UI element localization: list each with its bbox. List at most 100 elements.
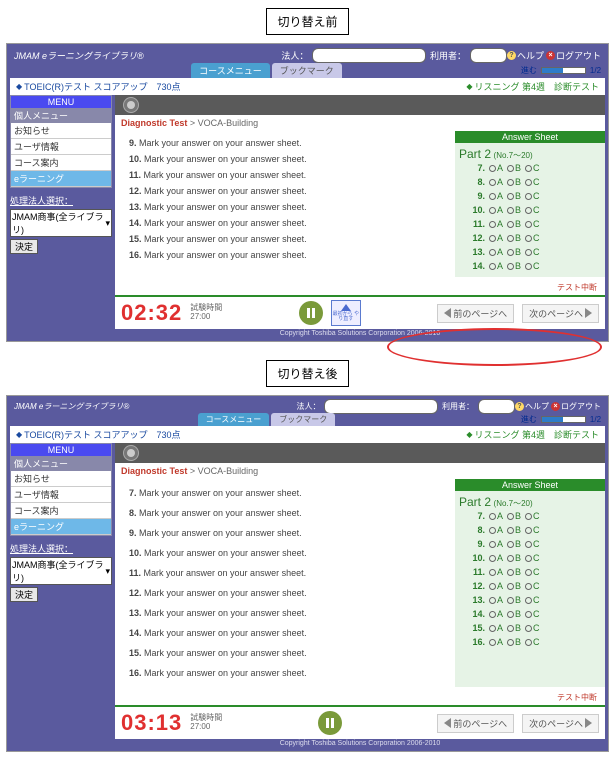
answer-option[interactable]: C xyxy=(525,609,540,619)
answer-option[interactable]: B xyxy=(507,511,521,521)
answer-option[interactable]: A xyxy=(489,567,503,577)
radio-icon xyxy=(507,165,514,172)
answer-option[interactable]: B xyxy=(507,623,521,633)
menu-item-course[interactable]: コース案内 xyxy=(11,155,111,171)
menu-item-elearning[interactable]: eラーニング xyxy=(11,171,111,187)
corp-select[interactable]: JMAM商事(全ライブラリ) xyxy=(324,399,438,414)
tab-bookmark[interactable]: ブックマーク xyxy=(272,63,342,78)
answer-option[interactable]: C xyxy=(525,233,540,243)
decide-button[interactable]: 決定 xyxy=(10,587,38,602)
answer-row: 12.ABC xyxy=(459,231,601,245)
help-button[interactable]: ?ヘルプ xyxy=(515,401,549,412)
menu-item-course[interactable]: コース案内 xyxy=(11,503,111,519)
answer-option[interactable]: C xyxy=(525,163,540,173)
answer-option[interactable]: B xyxy=(507,581,521,591)
timer: 02:32 xyxy=(121,300,182,326)
answer-option[interactable]: B xyxy=(507,219,521,229)
user-select[interactable]: 受講者 xyxy=(478,399,515,414)
user-select[interactable]: 受講者 xyxy=(470,48,507,63)
prev-button[interactable]: 前のページへ xyxy=(437,714,514,733)
next-button[interactable]: 次のページへ xyxy=(522,714,599,733)
answer-option[interactable]: C xyxy=(525,177,540,187)
answer-option[interactable]: A xyxy=(489,191,503,201)
answer-option[interactable]: A xyxy=(489,177,503,187)
answer-option[interactable]: B xyxy=(507,595,521,605)
answer-option[interactable]: B xyxy=(507,525,521,535)
answer-option[interactable]: B xyxy=(507,233,521,243)
answer-option[interactable]: C xyxy=(525,539,540,549)
radio-icon xyxy=(525,527,532,534)
menu-item-news[interactable]: お知らせ xyxy=(11,471,111,487)
pause-button[interactable] xyxy=(318,711,342,735)
answer-option[interactable]: C xyxy=(525,637,540,647)
answer-option[interactable]: B xyxy=(507,637,521,647)
radio-icon xyxy=(507,179,514,186)
tab-course-menu[interactable]: コースメニュー xyxy=(198,413,270,426)
answer-row: 8.ABC xyxy=(459,523,601,537)
pause-button[interactable] xyxy=(299,301,323,325)
answer-option[interactable]: B xyxy=(507,191,521,201)
crumb-test[interactable]: Diagnostic Test xyxy=(121,466,187,476)
decide-button[interactable]: 決定 xyxy=(10,239,38,254)
answer-option[interactable]: C xyxy=(525,581,540,591)
answer-option[interactable]: A xyxy=(489,637,503,647)
answer-option[interactable]: B xyxy=(507,553,521,563)
menu-item-elearning[interactable]: eラーニング xyxy=(11,519,111,535)
answer-option[interactable]: C xyxy=(525,525,540,535)
answer-option[interactable]: C xyxy=(525,623,540,633)
logout-button[interactable]: ×ログアウト xyxy=(546,49,601,62)
answer-option[interactable]: C xyxy=(525,567,540,577)
answer-option[interactable]: C xyxy=(525,205,540,215)
answer-option[interactable]: B xyxy=(507,567,521,577)
answer-option[interactable]: A xyxy=(489,595,503,605)
question-item: 10. Mark your answer on your answer shee… xyxy=(129,151,447,167)
logout-button[interactable]: ×ログアウト xyxy=(551,401,601,412)
answer-option[interactable]: C xyxy=(525,595,540,605)
tab-course-menu[interactable]: コースメニュー xyxy=(191,63,270,78)
answer-option[interactable]: C xyxy=(525,219,540,229)
radio-icon xyxy=(525,207,532,214)
answer-option[interactable]: B xyxy=(507,163,521,173)
answer-option[interactable]: C xyxy=(525,247,540,257)
answer-option[interactable]: A xyxy=(489,539,503,549)
menu-item-news[interactable]: お知らせ xyxy=(11,123,111,139)
answer-option[interactable]: A xyxy=(489,623,503,633)
answer-option[interactable]: C xyxy=(525,261,540,271)
crumb-section[interactable]: VOCA-Building xyxy=(198,118,259,128)
answer-option[interactable]: B xyxy=(507,247,521,257)
answer-option[interactable]: A xyxy=(489,581,503,591)
answer-option[interactable]: A xyxy=(489,511,503,521)
corp-dropdown[interactable]: JMAM商事(全ライブラリ)▾ xyxy=(10,557,112,585)
tab-bookmark[interactable]: ブックマーク xyxy=(271,413,335,426)
crumb-section[interactable]: VOCA-Building xyxy=(198,466,259,476)
answer-option[interactable]: A xyxy=(489,525,503,535)
help-button[interactable]: ?ヘルプ xyxy=(507,49,544,62)
answer-option[interactable]: B xyxy=(507,261,521,271)
corp-dropdown[interactable]: JMAM商事(全ライブラリ)▾ xyxy=(10,209,112,237)
crumb-test[interactable]: Diagnostic Test xyxy=(121,118,187,128)
corp-select[interactable]: JMAM商事(全ライブラリ) xyxy=(312,48,426,63)
next-button[interactable]: 次のページへ xyxy=(522,304,599,323)
menu-item-user[interactable]: ユーザ情報 xyxy=(11,139,111,155)
answer-option[interactable]: B xyxy=(507,205,521,215)
radio-icon xyxy=(489,625,496,632)
answer-row: 9.ABC xyxy=(459,189,601,203)
answer-option[interactable]: C xyxy=(525,553,540,563)
answer-option[interactable]: B xyxy=(507,539,521,549)
prev-button[interactable]: 前のページへ xyxy=(437,304,514,323)
answer-option[interactable]: A xyxy=(489,163,503,173)
restart-button[interactable]: 最初から やり直す xyxy=(331,300,361,326)
answer-option[interactable]: A xyxy=(489,219,503,229)
answer-option[interactable]: A xyxy=(489,553,503,563)
answer-option[interactable]: A xyxy=(489,233,503,243)
answer-option[interactable]: A xyxy=(489,261,503,271)
menu-item-user[interactable]: ユーザ情報 xyxy=(11,487,111,503)
answer-option[interactable]: C xyxy=(525,511,540,521)
answer-option[interactable]: B xyxy=(507,177,521,187)
answer-option[interactable]: A xyxy=(489,205,503,215)
answer-option[interactable]: B xyxy=(507,609,521,619)
answer-option[interactable]: C xyxy=(525,191,540,201)
answer-option[interactable]: A xyxy=(489,609,503,619)
answer-option[interactable]: A xyxy=(489,247,503,257)
timer: 03:13 xyxy=(121,710,182,736)
